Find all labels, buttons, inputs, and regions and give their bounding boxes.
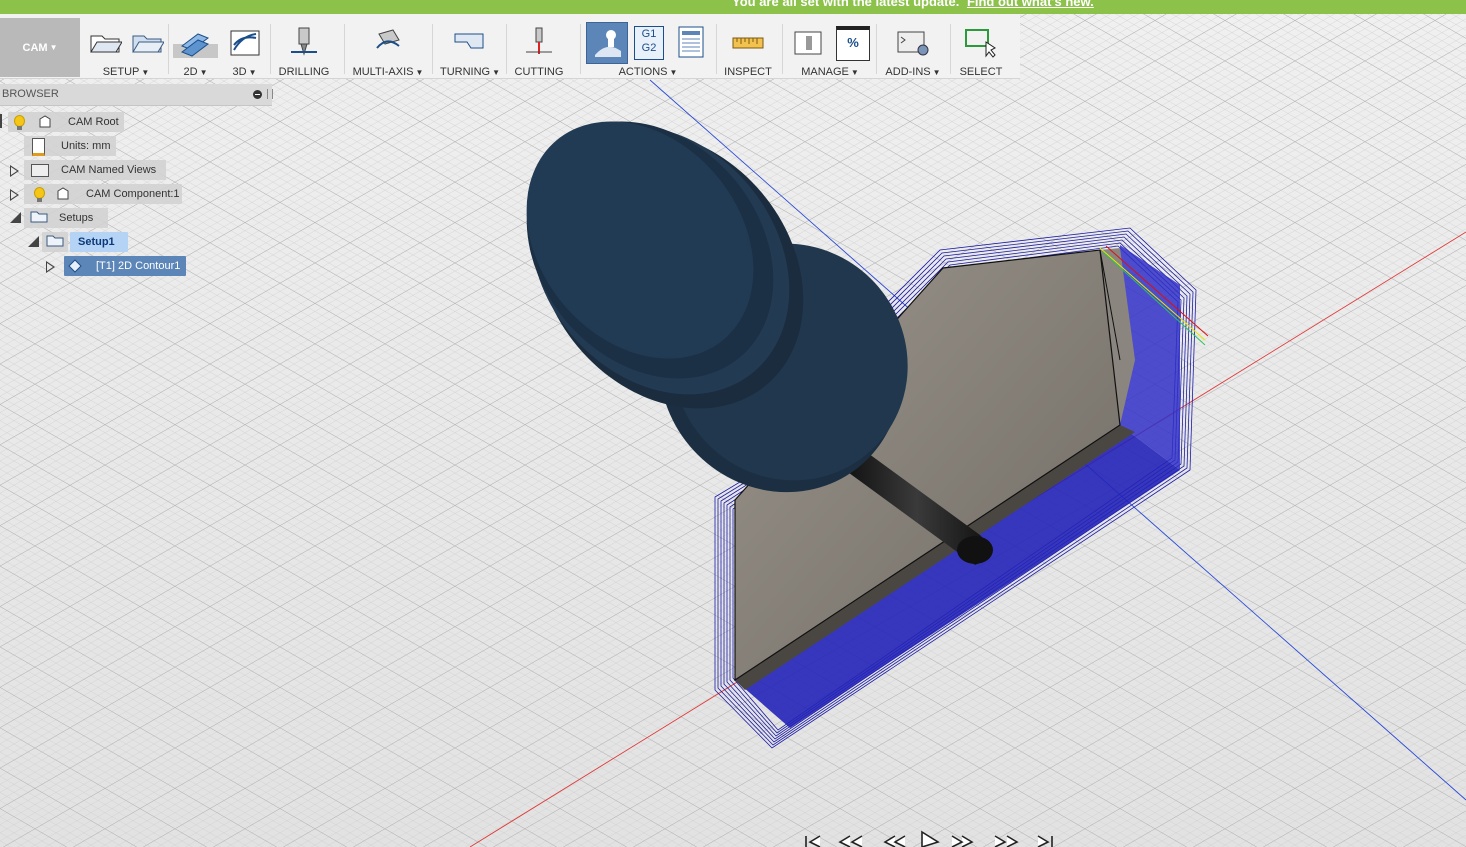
step-back-icon[interactable] [838,835,863,847]
toolbar-setup[interactable]: SETUP ▼ [86,20,166,78]
tree-item-setup1[interactable]: Setup1 [26,232,130,252]
tree-item-component[interactable]: CAM Component:1 [8,184,188,204]
tree-item-cam-root[interactable]: CAM Root [0,112,130,132]
toolbar-3d-label: 3D [232,66,247,78]
2d-toolpath-icon [180,33,210,57]
rewind-icon[interactable] [883,835,906,847]
play-icon[interactable] [921,830,940,847]
setups-folder-icon [30,211,48,223]
turning-icon [454,33,484,49]
visibility-bulb-icon[interactable] [34,187,45,202]
component-icon [39,115,51,128]
step-forward-icon[interactable] [994,835,1019,847]
setup-sheet-doc-icon[interactable] [678,26,704,58]
post-library-button[interactable]: % [836,26,870,61]
workspace-label: CAM [22,41,48,54]
skip-to-start-icon[interactable] [805,835,821,847]
simulate-icon [595,30,621,57]
toolbar-select-label: SELECT [959,66,1003,78]
toolbar-turning-label: TURNING [439,66,491,78]
toolbar-3d[interactable]: 3D ▼ [222,20,267,78]
toolbar-actions[interactable]: G1 G2 ACTIONS ▼ [586,20,710,78]
workspace-switcher[interactable]: CAM ▼ [0,18,80,77]
tree-label: Units: mm [61,140,111,152]
toolbar-select[interactable]: SELECT [954,20,1008,78]
toolbar-multi-axis-label: MULTI-AXIS [352,66,414,78]
fast-forward-icon[interactable] [951,835,974,847]
toolbar-setup-label: SETUP [102,66,140,78]
toolbar-add-ins[interactable]: ADD-INS ▼ [880,20,946,78]
ruler-icon [732,37,764,49]
toolbar-add-ins-label: ADD-INS [885,66,931,78]
toolbar-cutting[interactable]: CUTTING [510,20,568,78]
3d-toolpath-icon [230,30,260,56]
percent-label: % [847,35,859,50]
skip-to-end-icon[interactable] [1037,835,1053,847]
toolbar-actions-label: ACTIONS [618,66,668,78]
toolbar-2d[interactable]: 2D ▼ [173,20,218,78]
expand-triangle-icon[interactable] [46,261,55,273]
scripts-icon [897,31,929,56]
whats-new-link[interactable]: Find out what's new. [967,0,1094,9]
browser-title: BROWSER [2,88,59,100]
toolbar-inspect[interactable]: INSPECT [720,20,776,78]
toolbar-2d-label: 2D [183,66,198,78]
toolbar-manage[interactable]: % MANAGE ▼ [790,20,870,78]
cutting-icon [526,27,552,54]
update-banner: You are all set with the latest update. … [0,0,1466,14]
tree-label: Setup1 [78,236,115,248]
toolbar-turning[interactable]: TURNING ▼ [438,20,502,78]
playback-controls [805,830,1053,847]
expand-triangle-icon[interactable] [10,189,19,201]
toolbar-inspect-label: INSPECT [724,66,772,78]
canvas-viewport[interactable] [0,0,1466,847]
collapse-icon[interactable] [253,90,262,99]
toolbar-drilling-label: DRILLING [278,66,330,78]
units-doc-icon [32,138,45,156]
toolbar-cutting-label: CUTTING [514,66,564,78]
multi-axis-icon [376,29,400,49]
setup-folder-icon [46,235,64,247]
g2-label: G2 [641,42,657,54]
select-cursor-icon [965,29,996,58]
tree-label: [T1] 2D Contour1 [96,260,181,272]
tree-item-named-views[interactable]: CAM Named Views [8,160,168,180]
folder-icon [31,164,49,177]
collapse-triangle-icon[interactable] [10,212,21,223]
collapse-triangle-icon[interactable] [28,236,39,247]
toolbar-manage-label: MANAGE [801,66,849,78]
expand-triangle-icon[interactable] [10,165,19,177]
drill-icon [291,27,317,56]
tree-item-setups[interactable]: Setups [8,208,108,228]
toolbar-drilling[interactable]: DRILLING [274,20,334,78]
tree-item-2d-contour[interactable]: [T1] 2D Contour1 [44,256,188,276]
panel-grip-icon[interactable] [267,89,273,99]
g1-label: G1 [641,28,657,40]
visibility-bulb-icon[interactable] [14,115,25,130]
tree-stub-icon [0,114,2,128]
tree-label: CAM Component:1 [86,188,180,200]
contour-op-icon [68,259,82,273]
chevron-down-icon: ▼ [49,43,58,52]
banner-message: You are all set with the latest update. [732,0,960,9]
toolbar-multi-axis[interactable]: MULTI-AXIS ▼ [350,20,426,78]
tree-label: CAM Named Views [61,164,157,176]
post-process-button[interactable]: G1 G2 [634,26,664,60]
tree-item-units[interactable]: Units: mm [24,136,124,156]
tree-label: Setups [59,212,94,224]
tool-library-icon [794,31,822,55]
tree-label: CAM Root [68,116,119,128]
component-icon [57,187,69,200]
simulate-button[interactable] [586,22,628,64]
setup-icon [90,35,122,53]
browser-panel-header: BROWSER [0,84,273,106]
setup-sheet-icon [132,35,164,53]
